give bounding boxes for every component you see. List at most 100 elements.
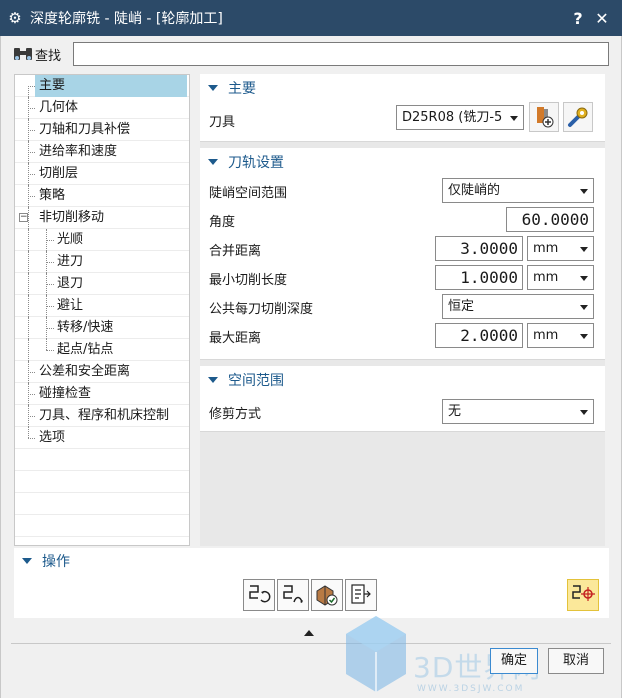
merge-distance-input[interactable]: 3.0000 (435, 236, 523, 261)
generate-icon (249, 585, 271, 603)
display-button[interactable] (567, 579, 599, 611)
binoculars-icon (11, 43, 35, 65)
tree-item-label: 非切削移动 (39, 210, 105, 225)
min-cut-length-input[interactable]: 1.0000 (435, 265, 523, 290)
list-button[interactable] (345, 579, 377, 611)
max-distance-unit-select[interactable]: mm (527, 323, 594, 348)
cancel-button[interactable]: 取消 (548, 648, 604, 674)
min-cut-unit-select[interactable]: mm (527, 265, 594, 290)
tree-item-geometry[interactable]: 几何体 (15, 97, 189, 119)
navigation-tree: 主要 几何体 刀轴和刀具补偿 进给率和速度 切削层 策略 − 非切削移动 光顺 … (14, 74, 190, 546)
tree-item-retract[interactable]: 退刀 (15, 273, 189, 295)
dropdown-arrow-icon (580, 247, 588, 252)
tree-item-smoothing[interactable]: 光顺 (15, 229, 189, 251)
merge-distance-label: 合并距离 (209, 244, 262, 259)
max-distance-input[interactable]: 2.0000 (435, 323, 523, 348)
tree-item-avoidance[interactable]: 避让 (15, 295, 189, 317)
replay-button[interactable] (277, 579, 309, 611)
main-section: 主要 刀具 D25R08 (铣刀-5 (200, 74, 605, 142)
space-range-section: 空间范围 修剪方式 无 (200, 366, 605, 432)
tree-item-label: 光顺 (57, 232, 84, 247)
tree-item-label: 策略 (39, 188, 66, 203)
tree-item-label: 选项 (39, 430, 66, 445)
main-section-header[interactable]: 主要 (200, 74, 605, 102)
operations-header[interactable]: 操作 (14, 548, 609, 574)
expand-collapse-arrow-icon[interactable] (304, 630, 314, 636)
angle-input[interactable]: 60.0000 (506, 207, 594, 232)
min-cut-length-row: 最小切削长度 1.0000 mm (200, 263, 605, 292)
collapse-toggle-icon[interactable]: − (19, 213, 28, 222)
display-toolpath-icon (572, 585, 595, 601)
tree-empty-row (15, 471, 189, 493)
verify-button[interactable] (311, 579, 343, 611)
wrench-icon (568, 107, 588, 127)
toolpath-section-header[interactable]: 刀轨设置 (200, 148, 605, 176)
tree-item-label: 进给率和速度 (39, 144, 118, 159)
replay-icon (283, 585, 303, 603)
tree-empty-row (15, 493, 189, 515)
main-section-title: 主要 (228, 81, 256, 97)
depth-per-cut-value: 恒定 (448, 299, 475, 314)
min-cut-length-label: 最小切削长度 (209, 273, 288, 288)
tree-item-feeds-speeds[interactable]: 进给率和速度 (15, 141, 189, 163)
verify-icon (316, 585, 338, 606)
merge-unit-select[interactable]: mm (527, 236, 594, 261)
close-button[interactable]: ✕ (590, 9, 614, 28)
tree-item-label: 切削层 (39, 166, 79, 181)
toolpath-section-title: 刀轨设置 (228, 155, 284, 171)
tree-item-tolerances[interactable]: 公差和安全距离 (15, 361, 189, 383)
generate-button[interactable] (243, 579, 275, 611)
list-icon (351, 584, 371, 604)
trim-method-value: 无 (448, 404, 462, 419)
ok-button[interactable]: 确定 (490, 648, 538, 674)
dropdown-arrow-icon (580, 334, 588, 339)
trim-method-row: 修剪方式 无 (200, 394, 605, 428)
watermark-subtext: WWW.3DSJW.COM (417, 684, 525, 694)
tree-item-cut-levels[interactable]: 切削层 (15, 163, 189, 185)
tree-item-label: 碰撞检查 (39, 386, 92, 401)
search-label: 查找 (35, 48, 62, 64)
tree-item-label: 刀轴和刀具补偿 (39, 122, 131, 137)
tree-item-collision-check[interactable]: 碰撞检查 (15, 383, 189, 405)
steep-range-row: 陡峭空间范围 仅陡峭的 (200, 176, 605, 205)
depth-per-cut-select[interactable]: 恒定 (442, 294, 594, 319)
tree-item-label: 刀具、程序和机床控制 (39, 408, 170, 423)
tool-select[interactable]: D25R08 (铣刀-5 (396, 105, 524, 130)
tree-item-main[interactable]: 主要 (15, 75, 189, 97)
tree-item-transfer[interactable]: 转移/快速 (15, 317, 189, 339)
angle-row: 角度 60.0000 (200, 205, 605, 234)
depth-per-cut-label: 公共每刀切削深度 (209, 302, 314, 317)
toolpath-section: 刀轨设置 陡峭空间范围 仅陡峭的 角度 60.0000 合并距离 3.0000 (200, 148, 605, 360)
tree-item-tool-axis[interactable]: 刀轴和刀具补偿 (15, 119, 189, 141)
trim-method-label: 修剪方式 (209, 407, 262, 422)
tree-item-label: 进刀 (57, 254, 84, 269)
new-tool-icon (537, 107, 554, 128)
search-row: 查找 (11, 41, 609, 67)
operations-title: 操作 (42, 554, 70, 570)
tree-item-options[interactable]: 选项 (15, 427, 189, 449)
steep-range-select[interactable]: 仅陡峭的 (442, 178, 594, 203)
collapse-caret-icon (208, 85, 218, 91)
search-input[interactable] (73, 42, 609, 66)
tree-item-non-cutting-moves[interactable]: − 非切削移动 (15, 207, 189, 229)
space-range-section-title: 空间范围 (228, 373, 284, 389)
edit-tool-button[interactable] (563, 102, 593, 132)
help-button[interactable]: ? (566, 9, 590, 28)
tree-item-label: 公差和安全距离 (39, 364, 131, 379)
tree-item-label: 几何体 (39, 100, 79, 115)
max-distance-label: 最大距离 (209, 331, 262, 346)
trim-method-select[interactable]: 无 (442, 399, 594, 424)
tree-item-start-points[interactable]: 起点/钻点 (15, 339, 189, 361)
space-range-section-header[interactable]: 空间范围 (200, 366, 605, 394)
tree-item-label: 避让 (57, 298, 84, 313)
new-tool-button[interactable] (529, 102, 559, 132)
dropdown-arrow-icon (580, 410, 588, 415)
tree-item-strategy[interactable]: 策略 (15, 185, 189, 207)
tree-item-label: 转移/快速 (57, 320, 114, 335)
tree-item-machine-control[interactable]: 刀具、程序和机床控制 (15, 405, 189, 427)
dialog-body: 查找 主要 几何体 刀轴和刀具补偿 进给率和速度 切削层 策略 − 非切削移动 … (0, 36, 622, 698)
min-cut-unit-value: mm (533, 270, 559, 285)
tree-item-label: 主要 (35, 75, 187, 97)
tree-item-engage[interactable]: 进刀 (15, 251, 189, 273)
gear-icon[interactable]: ⚙ (0, 9, 30, 27)
